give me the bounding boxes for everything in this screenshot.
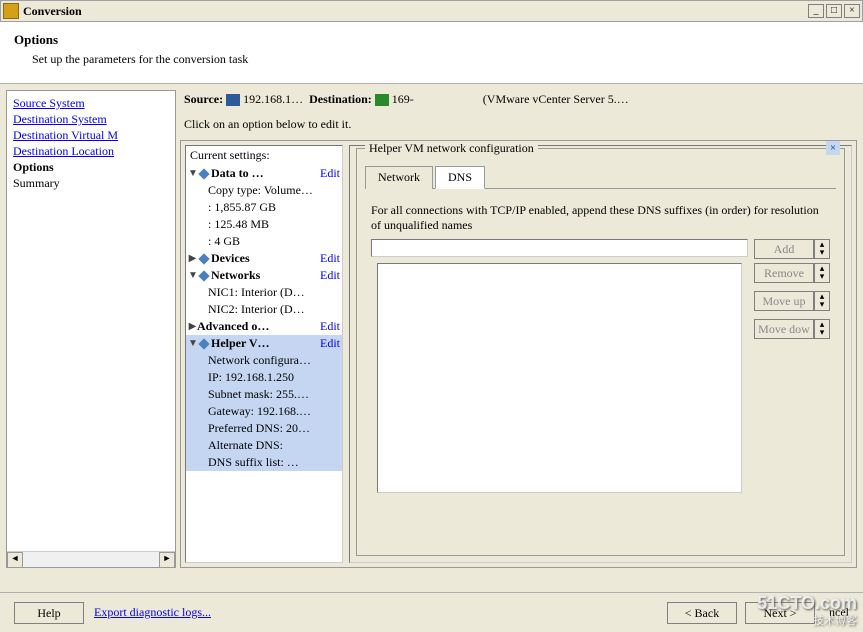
add-button[interactable]: Add: [754, 239, 814, 259]
info-bar: Source: 192.168.1… Destination: 169- (VM…: [180, 90, 857, 113]
cancel-button-partial[interactable]: ncel: [829, 605, 849, 620]
helper-vm-groupbox: Helper VM network configuration × Networ…: [356, 148, 845, 556]
moveup-button[interactable]: Move up: [754, 291, 814, 311]
page-title: Options: [14, 32, 849, 48]
page-subtitle: Set up the parameters for the conversion…: [32, 52, 849, 67]
tree-row-0[interactable]: ▼Data to …Edit: [186, 165, 342, 182]
nav-scrollbar[interactable]: ◄►: [7, 551, 175, 567]
nav-destination-location[interactable]: Destination Location: [13, 143, 169, 159]
destination-icon: [375, 94, 389, 106]
instruction-text: Click on an option below to edit it.: [184, 117, 853, 132]
edit-link[interactable]: Edit: [320, 319, 340, 334]
tree-row-5[interactable]: ▶DevicesEdit: [186, 250, 342, 267]
dns-suffix-list[interactable]: [377, 263, 742, 493]
edit-link[interactable]: Edit: [320, 251, 340, 266]
diamond-icon: [198, 168, 209, 179]
titlebar: Conversion _ □ ×: [0, 0, 863, 22]
expand-arrow-icon[interactable]: ▼: [188, 270, 197, 281]
tab-dns[interactable]: DNS: [435, 166, 485, 189]
tree-row-2[interactable]: : 1,855.87 GB: [186, 199, 342, 216]
tree-row-9[interactable]: ▶Advanced o…Edit: [186, 318, 342, 335]
expand-arrow-icon[interactable]: ▼: [188, 338, 197, 349]
nav-destination-virtual[interactable]: Destination Virtual M: [13, 127, 169, 143]
tree-row-7[interactable]: NIC1: Interior (D…: [186, 284, 342, 301]
tree-row-1[interactable]: Copy type: Volume…: [186, 182, 342, 199]
nav-options[interactable]: Options: [13, 159, 169, 175]
expand-arrow-icon[interactable]: ▶: [188, 253, 197, 264]
source-label: Source:: [184, 92, 223, 106]
edit-link[interactable]: Edit: [320, 336, 340, 351]
tree-row-4[interactable]: : 4 GB: [186, 233, 342, 250]
tree-row-11[interactable]: Network configura…: [186, 352, 342, 369]
destination-value: 169-: [392, 92, 414, 106]
tree-row-3[interactable]: : 125.48 MB: [186, 216, 342, 233]
moveup-dropdown[interactable]: ▴▾: [814, 291, 830, 311]
destination-label: Destination:: [309, 92, 372, 106]
nav-summary[interactable]: Summary: [13, 175, 169, 191]
remove-button[interactable]: Remove: [754, 263, 814, 283]
edit-link[interactable]: Edit: [320, 268, 340, 283]
tree-row-15[interactable]: Preferred DNS: 20…: [186, 420, 342, 437]
settings-title: Current settings:: [186, 146, 342, 165]
tab-network[interactable]: Network: [365, 166, 433, 189]
movedown-button[interactable]: Move dow: [754, 319, 814, 339]
minimize-button[interactable]: _: [808, 4, 824, 18]
groupbox-title: Helper VM network configuration: [365, 141, 538, 156]
back-button[interactable]: < Back: [667, 602, 737, 624]
diamond-icon: [198, 338, 209, 349]
remove-dropdown[interactable]: ▴▾: [814, 263, 830, 283]
tree-row-8[interactable]: NIC2: Interior (D…: [186, 301, 342, 318]
help-button[interactable]: Help: [14, 602, 84, 624]
tree-row-10[interactable]: ▼Helper V…Edit: [186, 335, 342, 352]
next-button[interactable]: Next >: [745, 602, 815, 624]
destination-server: (VMware vCenter Server 5.…: [483, 92, 629, 106]
app-icon: [3, 3, 19, 19]
dns-description: For all connections with TCP/IP enabled,…: [371, 203, 830, 233]
close-button[interactable]: ×: [844, 4, 860, 18]
footer: Help Export diagnostic logs... < Back Ne…: [0, 592, 863, 632]
export-logs-link[interactable]: Export diagnostic logs...: [94, 605, 211, 620]
nav-destination-system[interactable]: Destination System: [13, 111, 169, 127]
nav-panel: Source System Destination System Destina…: [6, 90, 176, 568]
window-title: Conversion: [23, 4, 808, 19]
settings-tree: Current settings: ▼Data to …EditCopy typ…: [185, 145, 343, 563]
close-icon[interactable]: ×: [826, 141, 840, 155]
diamond-icon: [198, 270, 209, 281]
tree-row-14[interactable]: Gateway: 192.168.…: [186, 403, 342, 420]
header: Options Set up the parameters for the co…: [0, 22, 863, 84]
source-value: 192.168.1…: [243, 92, 303, 106]
edit-link[interactable]: Edit: [320, 166, 340, 181]
expand-arrow-icon[interactable]: ▶: [188, 321, 197, 332]
tree-row-6[interactable]: ▼NetworksEdit: [186, 267, 342, 284]
add-dropdown[interactable]: ▴▾: [814, 239, 830, 259]
diamond-icon: [198, 253, 209, 264]
tree-row-12[interactable]: IP: 192.168.1.250: [186, 369, 342, 386]
source-icon: [226, 94, 240, 106]
tree-row-17[interactable]: DNS suffix list: …: [186, 454, 342, 471]
tree-row-13[interactable]: Subnet mask: 255.…: [186, 386, 342, 403]
movedown-dropdown[interactable]: ▴▾: [814, 319, 830, 339]
nav-source-system[interactable]: Source System: [13, 95, 169, 111]
maximize-button[interactable]: □: [826, 4, 842, 18]
expand-arrow-icon[interactable]: ▼: [188, 168, 197, 179]
dns-suffix-input[interactable]: [371, 239, 748, 257]
tree-row-16[interactable]: Alternate DNS:: [186, 437, 342, 454]
